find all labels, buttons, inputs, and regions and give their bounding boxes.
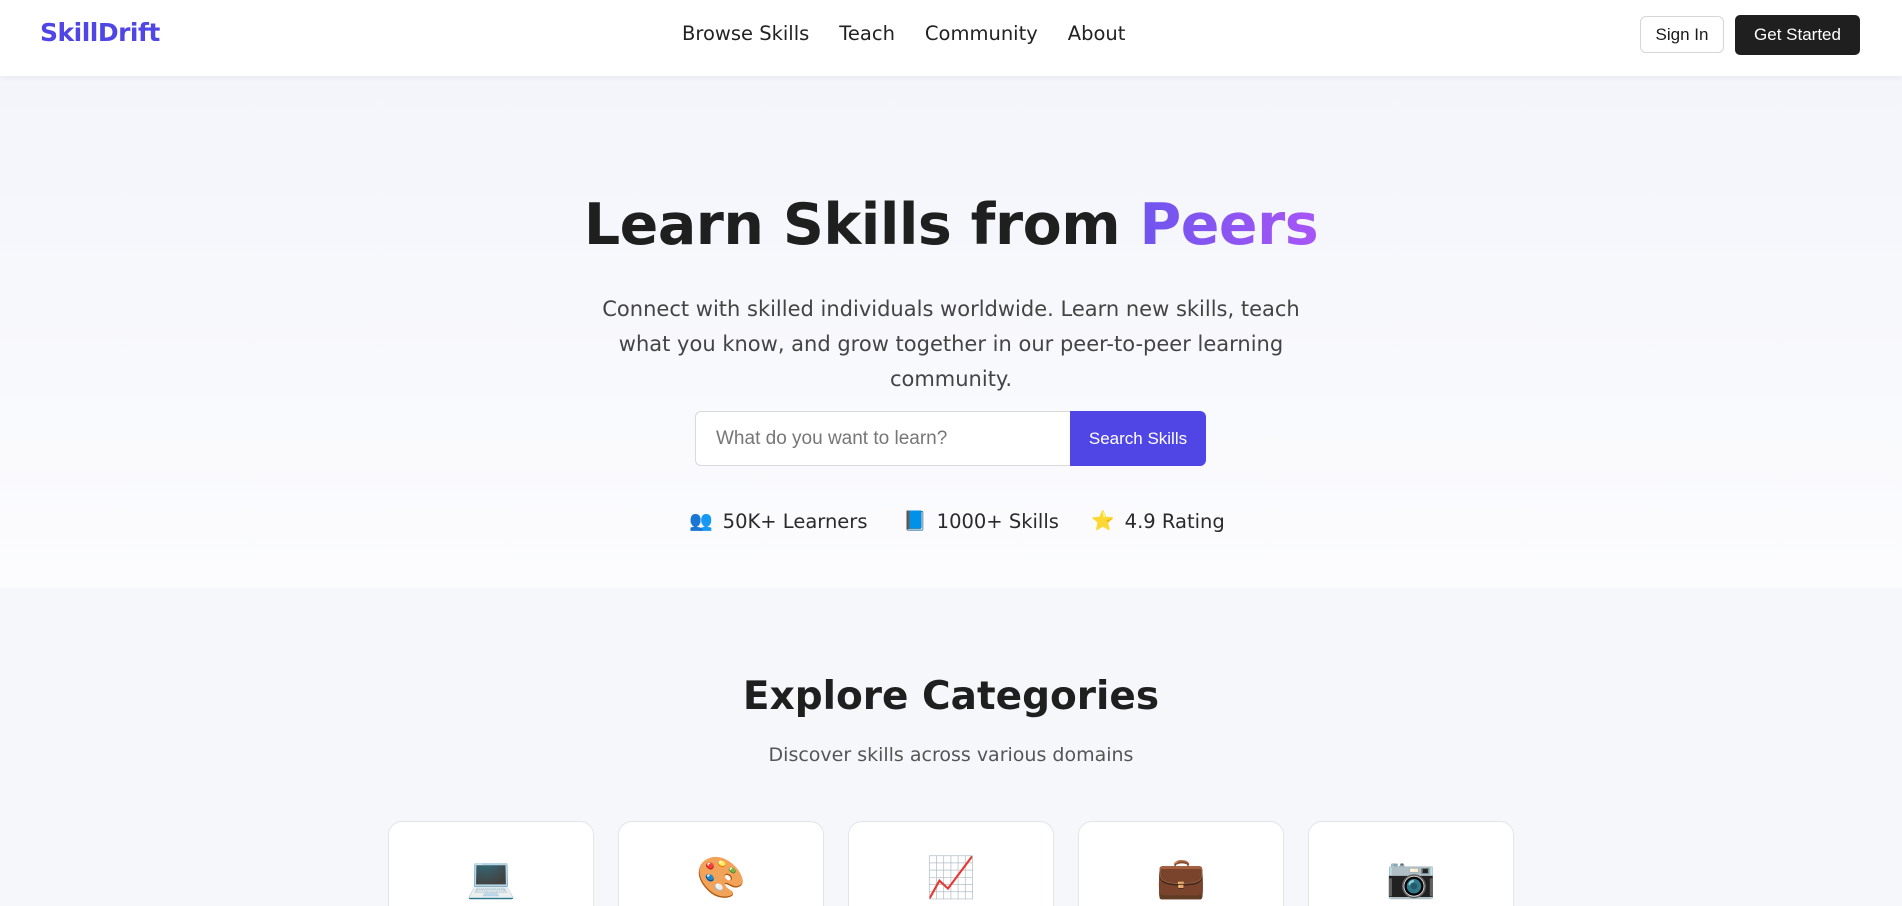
- stat-rating-label: 4.9 Rating: [1124, 510, 1225, 533]
- nav-link-browse-skills[interactable]: Browse Skills: [682, 22, 809, 45]
- category-card[interactable]: 📷: [1308, 821, 1514, 906]
- category-card[interactable]: 📈: [848, 821, 1054, 906]
- nav-link-teach[interactable]: Teach: [839, 22, 895, 45]
- hero-subtitle: Connect with skilled individuals worldwi…: [602, 297, 1300, 391]
- people-icon: 👥: [689, 510, 713, 532]
- categories-section: Explore Categories Discover skills acros…: [0, 588, 1902, 906]
- hero-title: Learn Skills from Peers: [0, 192, 1902, 258]
- palette-icon: 🎨: [696, 855, 746, 901]
- nav-link-community[interactable]: Community: [925, 22, 1038, 45]
- categories-title: Explore Categories: [742, 674, 1160, 719]
- book-icon: 📘: [903, 510, 927, 532]
- category-card[interactable]: 💼: [1078, 821, 1284, 906]
- sign-in-button[interactable]: Sign In: [1640, 16, 1724, 53]
- nav-links: Browse Skills Teach Community About: [682, 22, 1155, 45]
- stat-rating: ⭐ 4.9 Rating: [1091, 510, 1225, 533]
- laptop-icon: 💻: [466, 855, 516, 901]
- hero-section: Learn Skills from Peers Connect with ski…: [0, 76, 1902, 588]
- logo[interactable]: SkillDrift: [40, 18, 160, 47]
- stat-learners: 👥 50K+ Learners: [689, 510, 867, 533]
- categories-subtitle: Discover skills across various domains: [768, 744, 1134, 766]
- camera-icon: 📷: [1386, 855, 1436, 901]
- briefcase-icon: 💼: [1156, 855, 1206, 901]
- stat-learners-label: 50K+ Learners: [722, 510, 868, 533]
- search-skills-button[interactable]: Search Skills: [1070, 411, 1206, 466]
- star-icon: ⭐: [1091, 510, 1115, 532]
- navbar: SkillDrift Browse Skills Teach Community…: [0, 0, 1902, 76]
- nav-link-about[interactable]: About: [1068, 22, 1126, 45]
- search-input[interactable]: [695, 411, 1071, 466]
- category-card[interactable]: 💻: [388, 821, 594, 906]
- hero-title-main: Learn Skills from: [583, 192, 1140, 258]
- get-started-button[interactable]: Get Started: [1735, 15, 1860, 55]
- stat-skills-label: 1000+ Skills: [936, 510, 1059, 533]
- chart-icon: 📈: [926, 855, 976, 901]
- hero-title-accent: Peers: [1139, 192, 1319, 258]
- stat-skills: 📘 1000+ Skills: [903, 510, 1059, 533]
- category-card[interactable]: 🎨: [618, 821, 824, 906]
